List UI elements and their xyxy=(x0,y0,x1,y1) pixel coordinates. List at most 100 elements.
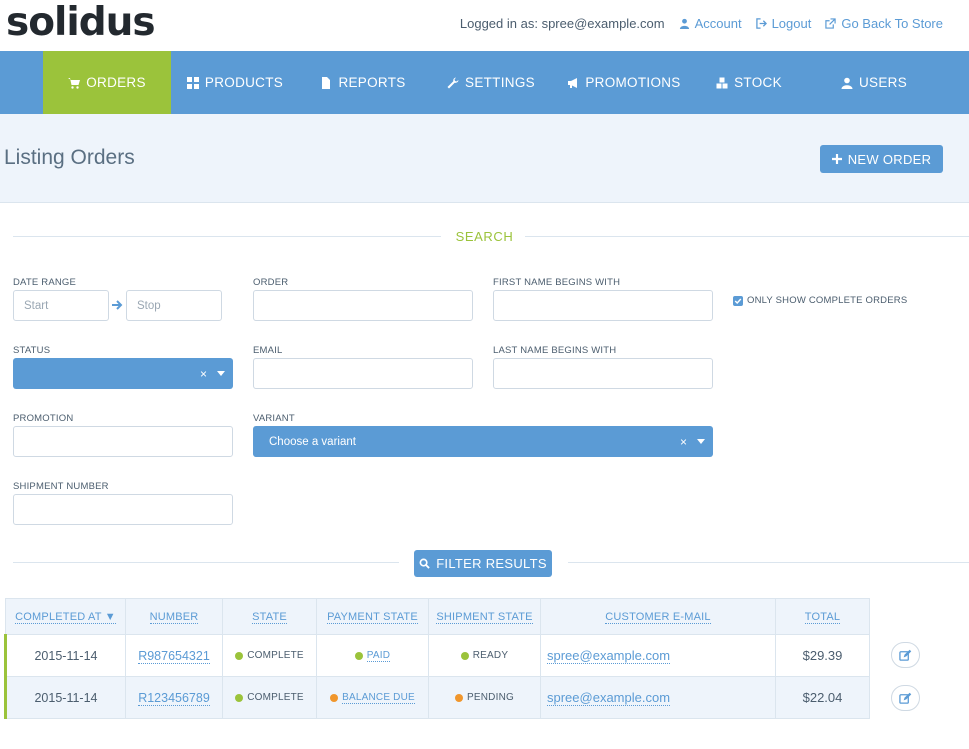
edit-icon xyxy=(899,649,912,661)
cell-email: spree@example.com xyxy=(540,634,776,677)
sign-out-icon xyxy=(755,18,767,29)
search-icon xyxy=(419,558,430,569)
nav-item-stock[interactable]: STOCK xyxy=(693,51,805,114)
nav-label: PROMOTIONS xyxy=(585,75,681,90)
grid-icon xyxy=(186,76,199,89)
cart-icon xyxy=(68,77,81,89)
back-to-store-link[interactable]: Go Back To Store xyxy=(825,16,943,31)
only-complete-checkbox-row[interactable]: ONLY SHOW COMPLETE ORDERS xyxy=(733,295,907,306)
chevron-down-icon xyxy=(217,371,225,376)
logged-in-text: Logged in as: spree@example.com xyxy=(459,16,665,31)
edit-icon xyxy=(899,692,912,704)
logout-link[interactable]: Logout xyxy=(755,16,811,31)
cell-completed-at: 2015-11-14 xyxy=(4,634,126,677)
email-label: EMAIL xyxy=(253,345,283,356)
col-email[interactable]: CUSTOMER E-MAIL xyxy=(540,598,776,635)
col-shipment-state[interactable]: SHIPMENT STATE xyxy=(428,598,541,635)
new-order-button[interactable]: NEW ORDER xyxy=(820,145,943,173)
nav-item-settings[interactable]: SETTINGS xyxy=(427,51,555,114)
cell-state: COMPLETE xyxy=(222,634,317,677)
edit-order-button[interactable] xyxy=(891,642,920,668)
new-order-label: NEW ORDER xyxy=(847,151,932,167)
order-number-link[interactable]: R123456789 xyxy=(138,690,210,706)
clear-icon[interactable]: × xyxy=(200,367,207,381)
back-to-store-label: Go Back To Store xyxy=(841,16,943,31)
last-name-input[interactable] xyxy=(493,358,713,389)
status-dot xyxy=(330,693,339,702)
main-nav: ORDERS PRODUCTS REPORTS SETTINGS PROMOTI… xyxy=(0,51,969,121)
divider xyxy=(568,562,969,563)
order-input[interactable] xyxy=(253,290,473,321)
status-dot xyxy=(460,651,469,660)
filter-results-button[interactable]: FILTER RESULTS xyxy=(414,550,552,577)
state-badge: COMPLETE xyxy=(247,650,304,661)
cell-state: COMPLETE xyxy=(222,676,317,719)
col-total-label: TOTAL xyxy=(804,610,841,624)
payment-state-link[interactable]: BALANCE DUE xyxy=(342,692,415,704)
clear-icon[interactable]: × xyxy=(680,435,687,449)
nav-label: USERS xyxy=(858,75,907,90)
email-input[interactable] xyxy=(253,358,473,389)
cell-shipment-state: PENDING xyxy=(428,676,541,719)
customer-email-link[interactable]: spree@example.com xyxy=(547,690,671,706)
page-title: Listing Orders xyxy=(4,146,135,169)
col-completed-at-label: COMPLETED AT ▼ xyxy=(15,610,116,624)
cubes-icon xyxy=(716,77,728,88)
payment-state-link[interactable]: PAID xyxy=(366,650,391,662)
col-total[interactable]: TOTAL xyxy=(775,598,870,635)
cell-payment-state: PAID xyxy=(316,634,429,677)
edit-order-button[interactable] xyxy=(891,685,920,711)
col-shipment-state-label: SHIPMENT STATE xyxy=(436,610,533,624)
status-dot xyxy=(354,651,363,660)
nav-item-promotions[interactable]: PROMOTIONS xyxy=(555,51,693,114)
file-icon xyxy=(322,76,331,89)
first-name-input[interactable] xyxy=(493,290,713,321)
cell-payment-state: BALANCE DUE xyxy=(316,676,429,719)
shipment-number-input[interactable] xyxy=(13,494,233,525)
variant-placeholder: Choose a variant xyxy=(269,435,356,448)
order-number-link[interactable]: R987654321 xyxy=(138,648,210,664)
nav-label: PRODUCTS xyxy=(204,75,284,90)
bullhorn-icon xyxy=(568,77,578,88)
cell-email: spree@example.com xyxy=(540,676,776,719)
account-link-label: Account xyxy=(694,16,742,31)
date-stop-input[interactable]: Stop xyxy=(126,290,222,321)
plus-icon xyxy=(831,154,842,164)
status-dot xyxy=(455,693,464,702)
col-completed-at[interactable]: COMPLETED AT ▼ xyxy=(5,598,126,635)
col-number-label: NUMBER xyxy=(149,610,199,624)
shipment-number-label: SHIPMENT NUMBER xyxy=(13,481,109,492)
nav-item-users[interactable]: USERS xyxy=(805,51,943,114)
search-title: SEARCH xyxy=(455,229,514,244)
nav-item-products[interactable]: PRODUCTS xyxy=(171,51,299,114)
table-header-row: COMPLETED AT ▼ NUMBER STATE PAYMENT STAT… xyxy=(5,598,870,635)
only-complete-checkbox[interactable] xyxy=(733,295,743,306)
status-label: STATUS xyxy=(13,345,51,356)
variant-select[interactable]: Choose a variant × xyxy=(253,426,713,457)
chevron-down-icon xyxy=(697,439,705,444)
col-payment-state[interactable]: PAYMENT STATE xyxy=(316,598,429,635)
date-start-input[interactable]: Start xyxy=(13,290,109,321)
status-select[interactable]: × xyxy=(13,358,233,389)
nav-item-reports[interactable]: REPORTS xyxy=(299,51,427,114)
account-link[interactable]: Account xyxy=(679,16,742,31)
variant-label: VARIANT xyxy=(253,413,295,424)
col-state[interactable]: STATE xyxy=(222,598,317,635)
logo[interactable]: solidus xyxy=(6,0,156,45)
cell-total: $29.39 xyxy=(775,634,870,677)
col-payment-state-label: PAYMENT STATE xyxy=(327,610,418,624)
col-number[interactable]: NUMBER xyxy=(125,598,223,635)
status-dot xyxy=(235,651,244,660)
customer-email-link[interactable]: spree@example.com xyxy=(547,648,671,664)
nav-label: ORDERS xyxy=(86,75,146,90)
promotion-input[interactable] xyxy=(13,426,233,457)
top-header: solidus Logged in as: spree@example.com … xyxy=(0,0,969,51)
nav-item-orders[interactable]: ORDERS xyxy=(43,51,171,121)
page-header: Listing Orders NEW ORDER xyxy=(0,114,969,203)
external-link-icon xyxy=(825,18,837,29)
only-complete-label: ONLY SHOW COMPLETE ORDERS xyxy=(747,295,908,306)
last-name-label: LAST NAME BEGINS WITH xyxy=(493,345,617,356)
nav-label: REPORTS xyxy=(338,75,406,90)
arrow-right-icon xyxy=(112,300,123,310)
state-badge: COMPLETE xyxy=(247,692,304,703)
